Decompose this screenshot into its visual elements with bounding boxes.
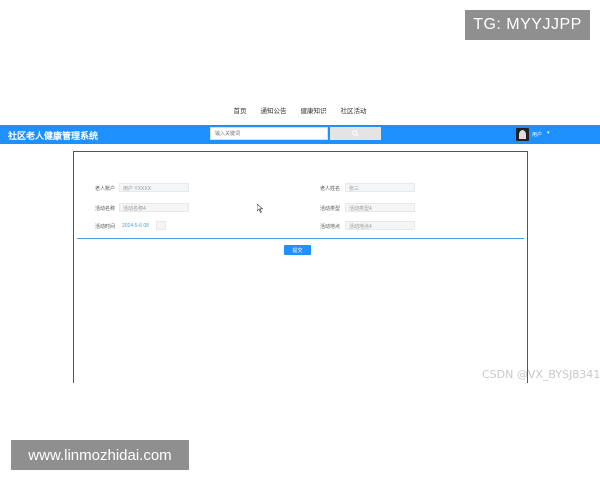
csdn-watermark: CSDN @VX_BYSJ8341: [482, 368, 600, 381]
activity-detail-panel: 老人账户 用户 YXXXX 老人姓名 张三 活动名称 活动名称4 活动类型 活动…: [73, 151, 528, 383]
url-watermark-badge: www.linmozhidai.com: [11, 440, 189, 470]
tg-watermark-badge: TG: MYYJJPP: [465, 10, 590, 40]
mouse-cursor-icon: [257, 204, 263, 213]
elder-name-field[interactable]: 张三: [345, 183, 415, 192]
activity-time-picker[interactable]: [156, 221, 166, 230]
activity-name-field[interactable]: 活动名称4: [119, 203, 189, 212]
elder-account-label: 老人账户: [95, 186, 116, 192]
nav-item-health-knowledge[interactable]: 健康知识: [301, 105, 327, 119]
activity-time-value[interactable]: 2024-5-6 08: [122, 223, 149, 229]
top-navigation: 首页 通知公告 健康知识 社区活动: [0, 105, 600, 119]
user-menu-label[interactable]: 用户: [532, 131, 542, 138]
avatar[interactable]: [516, 128, 529, 141]
chevron-down-icon[interactable]: ▾: [547, 130, 550, 136]
activity-type-label: 活动类型: [320, 206, 341, 212]
nav-item-home[interactable]: 首页: [234, 105, 247, 119]
search-icon: [352, 130, 359, 137]
elder-account-field[interactable]: 用户 YXXXX: [119, 183, 189, 192]
site-title: 社区老人健康管理系统: [8, 131, 99, 141]
search-input[interactable]: [210, 127, 328, 140]
activity-place-label: 活动地点: [320, 224, 341, 230]
activity-time-label: 活动时间: [95, 224, 116, 230]
elder-name-label: 老人姓名: [320, 186, 341, 192]
header-bar: 社区老人健康管理系统 用户 ▾: [0, 125, 600, 144]
nav-item-notices[interactable]: 通知公告: [261, 105, 287, 119]
activity-type-field[interactable]: 活动类型4: [345, 203, 415, 212]
activity-place-field[interactable]: 活动地点4: [345, 221, 415, 230]
search-button[interactable]: [330, 127, 381, 140]
form-divider: [77, 238, 524, 239]
nav-item-community-activity[interactable]: 社区活动: [341, 105, 367, 119]
submit-button[interactable]: 提交: [284, 245, 311, 255]
activity-name-label: 活动名称: [95, 206, 116, 212]
